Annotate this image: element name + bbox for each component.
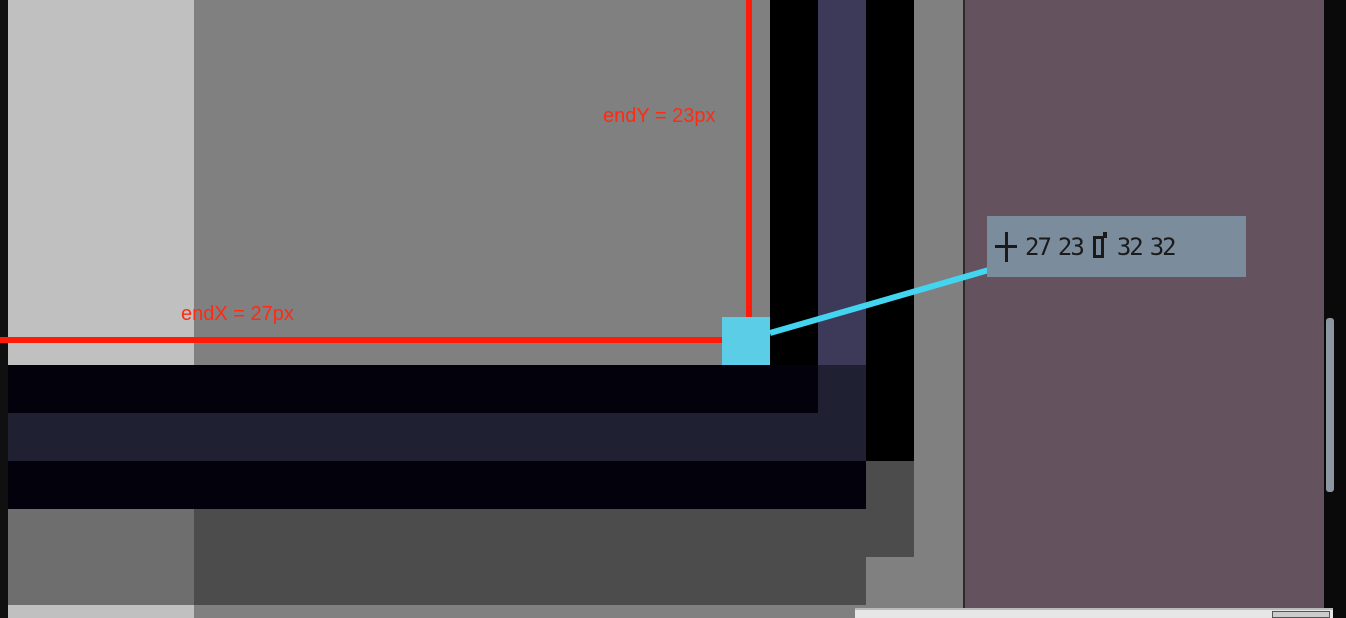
- end-point-marker[interactable]: [722, 317, 770, 365]
- bottom-status-bar: [855, 608, 1333, 618]
- coordinate-readout: 27 23 32 32: [987, 216, 1246, 277]
- pixel-block: [8, 461, 866, 509]
- zoomed-canvas[interactable]: [8, 0, 963, 618]
- bottom-bar-buttons[interactable]: [1272, 611, 1330, 618]
- end-y-guide-line: [746, 0, 752, 320]
- side-panel: [963, 0, 1324, 608]
- vertical-scrollbar[interactable]: [1324, 0, 1346, 618]
- end-y-label: endY = 23px: [603, 105, 716, 127]
- pixel-block: [194, 509, 866, 605]
- crosshair-icon: [995, 231, 1017, 262]
- end-x-guide-line: [0, 337, 724, 343]
- scrollbar-thumb[interactable]: [1326, 318, 1334, 492]
- pixel-block: [770, 0, 818, 365]
- pixel-block: [194, 605, 866, 618]
- end-x-label: endX = 27px: [181, 303, 294, 325]
- pixel-block: [8, 0, 194, 365]
- pixel-block: [914, 0, 963, 618]
- window-frame-left: [0, 0, 8, 618]
- pixel-block: [8, 509, 194, 605]
- cursor-x-value: 27: [1025, 232, 1052, 261]
- pixel-block: [8, 413, 866, 461]
- selection-size-icon: [1091, 231, 1109, 262]
- pixel-block: [866, 461, 914, 557]
- pixel-block: [818, 365, 866, 413]
- size-width-value: 32: [1116, 232, 1144, 261]
- cursor-y-value: 23: [1057, 232, 1085, 261]
- pixel-block: [866, 0, 914, 461]
- pixel-block: [818, 0, 866, 365]
- pixel-block: [8, 365, 818, 413]
- size-height-value: 32: [1149, 232, 1177, 261]
- pixel-block: [8, 605, 194, 618]
